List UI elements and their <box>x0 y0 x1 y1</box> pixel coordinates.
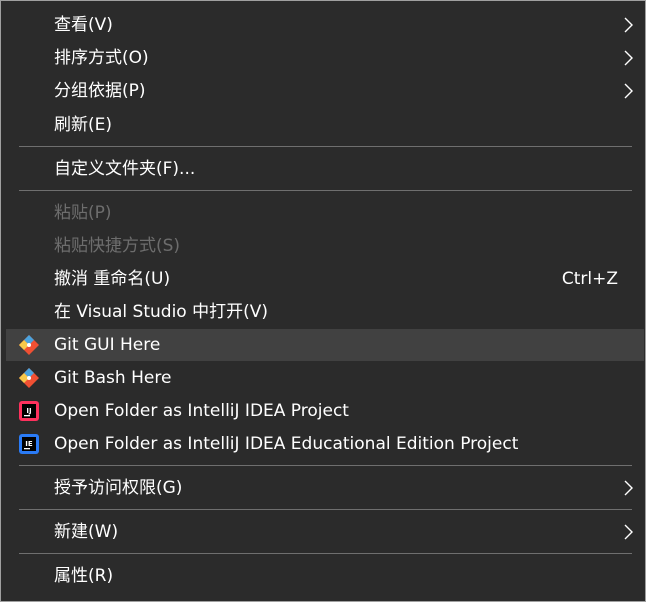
menu-item-label: Git GUI Here <box>54 335 161 355</box>
menu-item-paste-shortcut: 粘贴快捷方式(S) <box>6 230 644 262</box>
menu-item-open-folder-intellij[interactable]: IJ Open Folder as IntelliJ IDEA Project <box>6 395 644 427</box>
menu-item-view[interactable]: 查看(V) <box>6 9 644 41</box>
context-menu: 查看(V) 排序方式(O) 分组依据(P) 刷新(E) 自定义文件夹(F)...… <box>0 0 646 602</box>
menu-item-open-in-visual-studio[interactable]: 在 Visual Studio 中打开(V) <box>6 296 644 328</box>
menu-item-refresh[interactable]: 刷新(E) <box>6 109 644 141</box>
menu-item-group-by[interactable]: 分组依据(P) <box>6 75 644 107</box>
menu-item-label: 刷新(E) <box>54 115 113 135</box>
menu-item-label: Git Bash Here <box>54 368 172 388</box>
chevron-right-icon <box>624 17 633 33</box>
chevron-right-icon <box>624 50 633 66</box>
menu-item-label: 在 Visual Studio 中打开(V) <box>54 302 269 322</box>
intellij-idea-icon: IJ <box>19 401 39 421</box>
menu-item-customize-folder[interactable]: 自定义文件夹(F)... <box>6 153 644 185</box>
menu-item-git-gui-here[interactable]: Git GUI Here <box>6 329 644 361</box>
svg-text:IE: IE <box>25 440 33 448</box>
git-icon <box>19 335 39 355</box>
git-icon <box>19 368 39 388</box>
menu-item-label: 查看(V) <box>54 15 113 35</box>
chevron-right-icon <box>624 480 633 496</box>
menu-separator <box>19 553 632 554</box>
menu-item-label: 排序方式(O) <box>54 48 149 68</box>
menu-item-label: 撤消 重命名(U) <box>54 269 171 289</box>
chevron-right-icon <box>624 524 633 540</box>
menu-separator <box>19 465 632 466</box>
menu-item-label: 授予访问权限(G) <box>54 478 183 498</box>
menu-item-label: 粘贴快捷方式(S) <box>54 236 181 256</box>
menu-item-give-access[interactable]: 授予访问权限(G) <box>6 472 644 504</box>
menu-separator <box>19 146 632 147</box>
menu-separator <box>19 509 632 510</box>
menu-item-label: 分组依据(P) <box>54 81 146 101</box>
menu-item-open-folder-intellij-edu[interactable]: IE Open Folder as IntelliJ IDEA Educatio… <box>6 428 644 460</box>
menu-item-undo-rename[interactable]: 撤消 重命名(U) Ctrl+Z <box>6 263 644 295</box>
menu-item-label: Open Folder as IntelliJ IDEA Project <box>54 401 349 421</box>
menu-item-label: 新建(W) <box>54 522 119 542</box>
menu-item-label: 粘贴(P) <box>54 203 112 223</box>
svg-text:IJ: IJ <box>26 407 31 415</box>
menu-separator <box>19 190 632 191</box>
menu-item-label: 属性(R) <box>54 566 114 586</box>
chevron-right-icon <box>624 83 633 99</box>
menu-item-label: Open Folder as IntelliJ IDEA Educational… <box>54 434 519 454</box>
menu-item-shortcut: Ctrl+Z <box>561 269 618 289</box>
menu-item-sort-by[interactable]: 排序方式(O) <box>6 42 644 74</box>
intellij-idea-edu-icon: IE <box>19 434 39 454</box>
menu-item-label: 自定义文件夹(F)... <box>54 159 196 179</box>
menu-item-new[interactable]: 新建(W) <box>6 516 644 548</box>
menu-item-git-bash-here[interactable]: Git Bash Here <box>6 362 644 394</box>
menu-item-paste: 粘贴(P) <box>6 197 644 229</box>
menu-item-properties[interactable]: 属性(R) <box>6 560 644 592</box>
